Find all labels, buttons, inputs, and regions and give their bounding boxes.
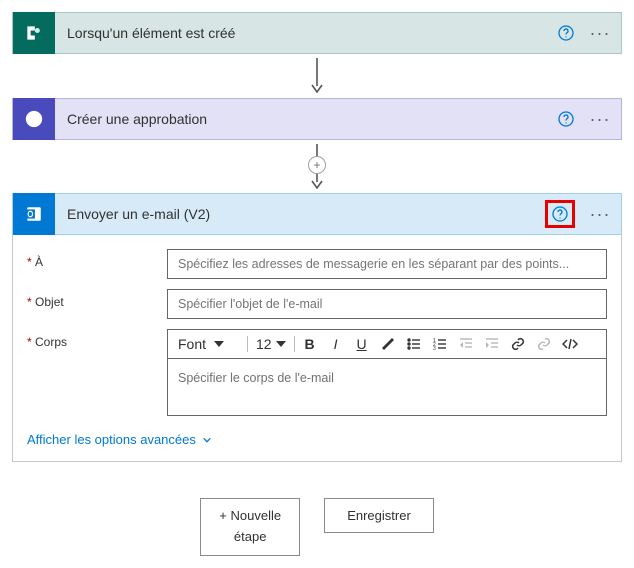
- link-icon[interactable]: [507, 333, 529, 355]
- font-select[interactable]: Font: [174, 336, 248, 352]
- editor-toolbar: Font 12 B I U 123: [167, 329, 607, 358]
- subject-label: * Objet: [27, 289, 167, 309]
- numbered-list-icon[interactable]: 123: [429, 333, 451, 355]
- field-to: * À: [27, 249, 607, 279]
- add-step-icon[interactable]: +: [308, 156, 326, 174]
- chevron-down-icon: [214, 341, 224, 347]
- more-menu-icon[interactable]: ···: [587, 201, 613, 227]
- bullet-list-icon[interactable]: [403, 333, 425, 355]
- chevron-down-icon: [276, 341, 286, 347]
- code-view-icon[interactable]: [559, 333, 581, 355]
- outlook-icon: [13, 193, 55, 235]
- step-sharepoint[interactable]: Lorsqu'un élément est créé ···: [12, 12, 622, 54]
- step-email[interactable]: Envoyer un e-mail (V2) ···: [12, 193, 622, 235]
- svg-text:3: 3: [433, 346, 436, 351]
- approval-icon: [13, 98, 55, 140]
- bottom-actions: + Nouvelle étape Enregistrer: [12, 498, 622, 556]
- more-menu-icon[interactable]: ···: [587, 20, 613, 46]
- more-menu-icon[interactable]: ···: [587, 106, 613, 132]
- unlink-icon[interactable]: [533, 333, 555, 355]
- bold-icon[interactable]: B: [299, 333, 321, 355]
- new-step-button[interactable]: + Nouvelle étape: [200, 498, 300, 556]
- to-input[interactable]: [167, 249, 607, 279]
- font-color-icon[interactable]: [377, 333, 399, 355]
- connector-with-add: +: [12, 144, 622, 189]
- step-title: Créer une approbation: [67, 111, 545, 127]
- highlight-help: [545, 200, 575, 228]
- italic-icon[interactable]: I: [325, 333, 347, 355]
- subject-input[interactable]: [167, 289, 607, 319]
- field-body: * Corps Font 12 B I U: [27, 329, 607, 416]
- advanced-options-link[interactable]: Afficher les options avancées: [27, 432, 212, 447]
- help-icon[interactable]: [557, 110, 575, 128]
- save-button[interactable]: Enregistrer: [324, 498, 434, 533]
- outdent-icon[interactable]: [455, 333, 477, 355]
- body-editor[interactable]: Spécifier le corps de l'e-mail: [167, 358, 607, 416]
- font-size-select[interactable]: 12: [252, 336, 295, 352]
- indent-icon[interactable]: [481, 333, 503, 355]
- field-subject: * Objet: [27, 289, 607, 319]
- body-label: * Corps: [27, 329, 167, 349]
- to-label: * À: [27, 249, 167, 269]
- sharepoint-icon: [13, 12, 55, 54]
- step-approval[interactable]: Créer une approbation ···: [12, 98, 622, 140]
- help-icon[interactable]: [557, 24, 575, 42]
- help-icon[interactable]: [551, 205, 569, 223]
- chevron-down-icon: [202, 435, 212, 445]
- step-title: Envoyer un e-mail (V2): [67, 206, 533, 222]
- step-title: Lorsqu'un élément est créé: [67, 25, 545, 41]
- email-form-panel: * À * Objet * Corps Font 12 B I U: [12, 235, 622, 462]
- underline-icon[interactable]: U: [351, 333, 373, 355]
- connector-arrow: [12, 58, 622, 94]
